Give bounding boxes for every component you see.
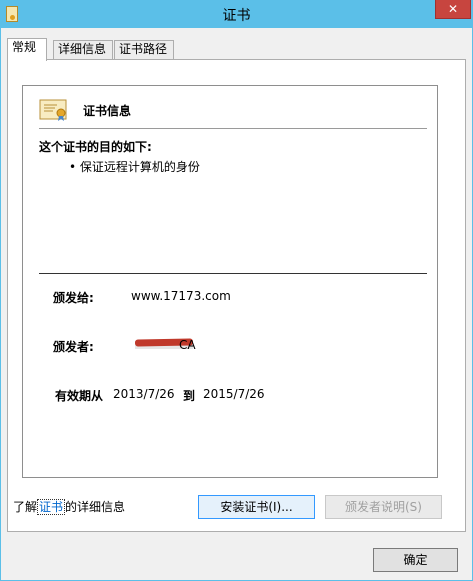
learn-more-suffix: 的详细信息: [65, 500, 126, 514]
issued-by-label: 颁发者:: [53, 340, 94, 354]
tab-details[interactable]: 详细信息: [53, 40, 113, 59]
learn-more: 了解 证书 的详细信息: [13, 498, 125, 515]
tab-panel-general: 证书信息 这个证书的目的如下: • 保证远程计算机的身份 颁发给: www.17…: [7, 59, 466, 532]
validity-label: 有效期从: [55, 389, 104, 403]
issued-to-value: www.17173.com: [131, 289, 231, 303]
issued-to-label: 颁发给:: [53, 291, 94, 305]
purpose-title: 这个证书的目的如下:: [39, 140, 152, 154]
window-title: 证书: [222, 8, 251, 24]
valid-to-value: 2015/7/26: [203, 387, 265, 401]
divider: [39, 273, 427, 274]
close-button[interactable]: ✕: [435, 0, 471, 19]
divider: [39, 128, 427, 129]
learn-more-prefix: 了解: [13, 500, 38, 514]
certificate-info-heading: 证书信息: [83, 104, 132, 118]
dialog-client-area: 常规 详细信息 证书路径 证书信息 这个证书的目的如下: • 保证远程计算机的身…: [1, 28, 472, 580]
valid-from-value: 2013/7/26: [113, 387, 175, 401]
issued-by-value: CA: [179, 338, 196, 352]
purpose-item: • 保证远程计算机的身份: [69, 160, 200, 174]
validity-to-label: 到: [183, 389, 196, 403]
tab-general[interactable]: 常规: [7, 38, 47, 61]
install-certificate-button[interactable]: 安装证书(I)...: [198, 495, 315, 519]
certificate-info-box: 证书信息 这个证书的目的如下: • 保证远程计算机的身份 颁发给: www.17…: [22, 85, 438, 478]
title-bar[interactable]: 证书 ✕: [0, 0, 473, 28]
issuer-statement-button[interactable]: 颁发者说明(S): [325, 495, 442, 519]
tab-certification-path[interactable]: 证书路径: [114, 40, 174, 59]
certificate-icon: [39, 99, 67, 121]
certificate-dialog: 证书 ✕ 常规 详细信息 证书路径 证书信息 这个证书的目的如下: • 保证远程…: [0, 0, 473, 581]
ok-button[interactable]: 确定: [373, 548, 458, 572]
learn-more-link[interactable]: 证书: [37, 499, 66, 515]
